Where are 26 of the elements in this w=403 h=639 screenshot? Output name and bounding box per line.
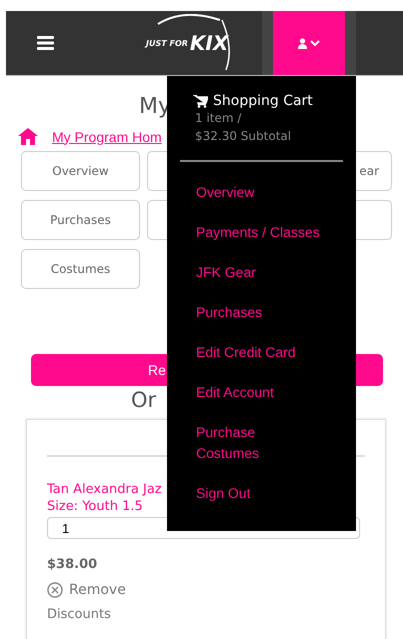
- cart-title[interactable]: Shopping Cart: [213, 93, 313, 109]
- menu-item[interactable]: JFK Gear: [196, 252, 346, 292]
- menu-item[interactable]: Overview: [196, 172, 346, 212]
- price: $38.00: [47, 557, 98, 572]
- discounts-label: Discounts: [47, 607, 112, 622]
- cart-count: 1 item /: [195, 110, 242, 127]
- product-size: Size: Youth 1.5: [47, 498, 143, 515]
- menu-item[interactable]: Sign Out: [196, 473, 346, 513]
- product-name[interactable]: Tan Alexandra Jaz: [47, 481, 162, 498]
- nav-tile[interactable]: Costumes: [21, 249, 140, 289]
- user-icon: [298, 38, 320, 48]
- home-icon[interactable]: [18, 128, 38, 145]
- menu-item[interactable]: Edit Credit Card: [196, 332, 346, 372]
- menu-item[interactable]: Purchases: [196, 292, 346, 332]
- nav-tile[interactable]: Purchases: [21, 200, 140, 240]
- menu-item[interactable]: Payments / Classes: [196, 212, 346, 252]
- cart-subtotal: $32.30 Subtotal: [195, 128, 292, 145]
- breadcrumb-link[interactable]: My Program Hom: [52, 128, 162, 144]
- remove-icon[interactable]: [47, 582, 63, 598]
- menu-icon[interactable]: [37, 36, 54, 50]
- remove-link[interactable]: Remove: [69, 582, 126, 598]
- menu-item[interactable]: Edit Account: [196, 372, 346, 412]
- section-title: Or: [131, 388, 156, 414]
- cart-icon: [193, 94, 208, 108]
- nav-tile[interactable]: Overview: [21, 151, 140, 191]
- menu-item[interactable]: Purchase Costumes: [196, 412, 346, 473]
